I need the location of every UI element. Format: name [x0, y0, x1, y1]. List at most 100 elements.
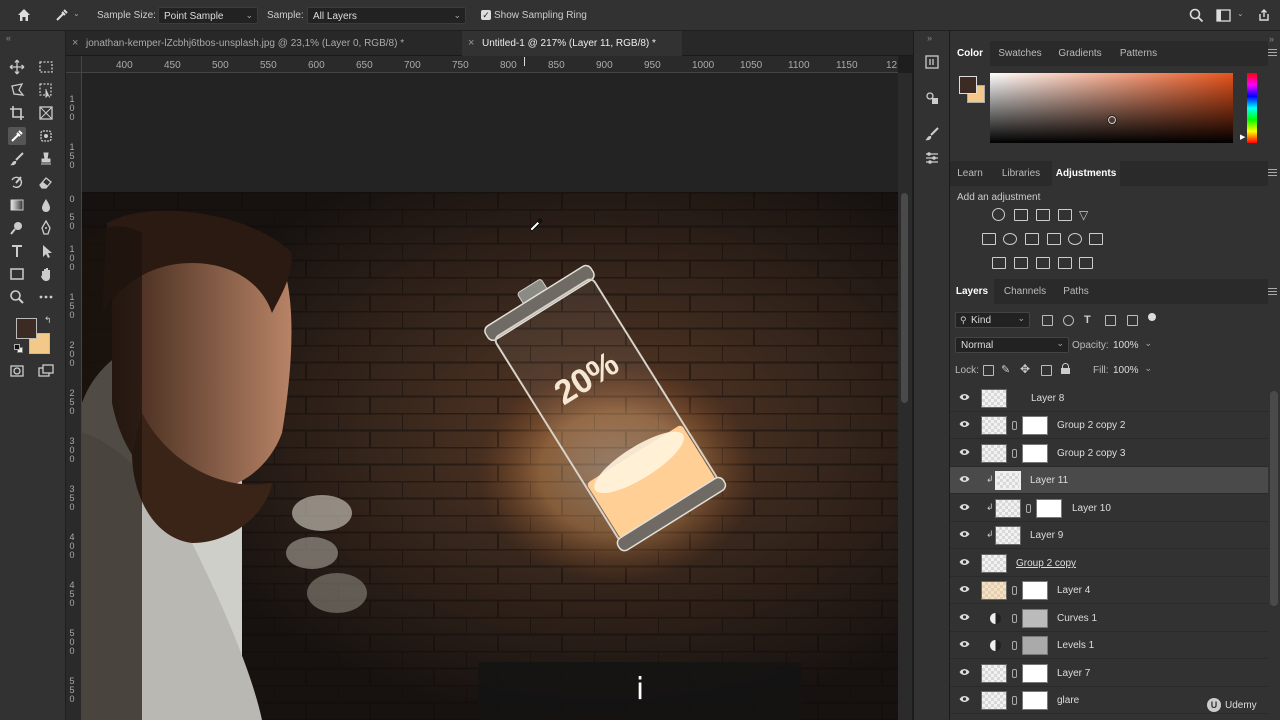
- collapse-icon[interactable]: «: [6, 33, 11, 43]
- tab-patterns[interactable]: Patterns: [1110, 41, 1167, 66]
- vertical-scrollbar[interactable]: [898, 73, 912, 720]
- visibility-eye-icon[interactable]: [959, 668, 970, 676]
- history-brush-tool-icon[interactable]: [8, 173, 26, 191]
- gradient-tool-icon[interactable]: [8, 196, 26, 214]
- ruler-origin[interactable]: [66, 56, 82, 73]
- layer-name[interactable]: Layer 10: [1072, 503, 1111, 514]
- blend-mode-dropdown[interactable]: Normal ⌄: [955, 337, 1069, 353]
- zoom-tool-icon[interactable]: [8, 288, 26, 306]
- layer-row[interactable]: ↲ Layer 10: [950, 495, 1268, 522]
- tab-swatches[interactable]: Swatches: [990, 41, 1050, 66]
- layer-name[interactable]: Layer 8: [1031, 393, 1064, 404]
- document-canvas[interactable]: 20%: [82, 73, 898, 720]
- lock-transparent-icon[interactable]: [983, 365, 994, 376]
- color-fg-swatch[interactable]: [959, 76, 977, 94]
- layer-row[interactable]: Layer 8: [950, 385, 1268, 412]
- mask-link-icon[interactable]: [1012, 586, 1017, 595]
- panel-menu-icon[interactable]: [1268, 49, 1277, 56]
- tab-learn[interactable]: Learn: [950, 161, 990, 186]
- workspace-icon[interactable]: [1216, 9, 1231, 25]
- mask-link-icon[interactable]: [1012, 696, 1017, 705]
- dodge-tool-icon[interactable]: [8, 219, 26, 237]
- close-icon[interactable]: ×: [468, 37, 474, 49]
- exposure-adj-icon[interactable]: [1058, 209, 1072, 221]
- layer-row[interactable]: Group 2 copy 3: [950, 440, 1268, 467]
- tab-gradients[interactable]: Gradients: [1050, 41, 1110, 66]
- visibility-eye-icon[interactable]: [959, 613, 970, 621]
- layer-name[interactable]: Layer 11: [1030, 475, 1068, 486]
- lock-paint-icon[interactable]: ✎: [1001, 363, 1010, 376]
- lasso-tool-icon[interactable]: [8, 81, 26, 99]
- layer-row[interactable]: Levels 1: [950, 632, 1268, 659]
- scrollbar-thumb[interactable]: [901, 193, 908, 403]
- filter-adjustment-icon[interactable]: [1063, 315, 1074, 326]
- move-tool-icon[interactable]: [8, 58, 26, 76]
- curves-adj-icon[interactable]: [1036, 209, 1050, 221]
- screen-mode-icon[interactable]: [37, 362, 55, 380]
- visibility-eye-icon[interactable]: [959, 695, 970, 703]
- tab-paths[interactable]: Paths: [1056, 279, 1096, 304]
- color-balance-adj-icon[interactable]: [1003, 233, 1017, 245]
- visibility-eye-icon[interactable]: [959, 393, 970, 401]
- layer-name[interactable]: Layer 7: [1057, 668, 1090, 679]
- sliders-panel-icon[interactable]: [923, 149, 941, 167]
- channel-mixer-adj-icon[interactable]: [1068, 233, 1082, 245]
- lock-all-icon[interactable]: [1061, 363, 1070, 374]
- blur-tool-icon[interactable]: [37, 196, 55, 214]
- layer-row[interactable]: ↲ Layer 9: [950, 522, 1268, 549]
- visibility-eye-icon[interactable]: [959, 475, 970, 483]
- tool-preset-chevron-icon[interactable]: ⌄: [73, 9, 80, 18]
- eraser-tool-icon[interactable]: [37, 173, 55, 191]
- eyedropper-tool-icon[interactable]: [8, 127, 26, 145]
- collapse-panels-icon[interactable]: »: [1269, 34, 1274, 44]
- spot-healing-tool-icon[interactable]: [37, 127, 55, 145]
- lock-move-icon[interactable]: ✥: [1020, 362, 1030, 376]
- threshold-adj-icon[interactable]: [1036, 257, 1050, 269]
- sample-size-dropdown[interactable]: Point Sample ⌄: [158, 7, 258, 24]
- brush-settings-icon[interactable]: [923, 125, 941, 143]
- layer-name[interactable]: Curves 1: [1057, 613, 1097, 624]
- tab-channels[interactable]: Channels: [994, 279, 1056, 304]
- swap-colors-icon[interactable]: ↰: [44, 315, 52, 326]
- hue-slider[interactable]: [1247, 73, 1257, 143]
- show-ring-checkbox[interactable]: ✓: [481, 10, 491, 20]
- tab-libraries[interactable]: Libraries: [990, 161, 1052, 186]
- layer-name[interactable]: Layer 9: [1030, 530, 1063, 541]
- layer-row[interactable]: Layer 7: [950, 660, 1268, 687]
- layer-name[interactable]: Group 2 copy: [1016, 558, 1076, 569]
- visibility-eye-icon[interactable]: [959, 420, 970, 428]
- horizontal-ruler[interactable]: 400 450 500 550 600 650 700 750 800 850 …: [82, 56, 898, 73]
- mask-link-icon[interactable]: [1012, 669, 1017, 678]
- levels-adj-icon[interactable]: [1014, 209, 1028, 221]
- mask-link-icon[interactable]: [1012, 614, 1017, 623]
- panel-menu-icon[interactable]: [1268, 288, 1277, 295]
- photo-filter-adj-icon[interactable]: [1047, 233, 1061, 245]
- frame-tool-icon[interactable]: [37, 104, 55, 122]
- layer-name[interactable]: Layer 4: [1057, 585, 1090, 596]
- bw-adj-icon[interactable]: [1025, 233, 1039, 245]
- layers-scrollbar-thumb[interactable]: [1270, 391, 1278, 606]
- filter-type-icon[interactable]: T: [1084, 314, 1091, 326]
- layer-name[interactable]: Levels 1: [1057, 640, 1094, 651]
- share-icon[interactable]: [1257, 8, 1271, 25]
- hand-tool-icon[interactable]: [37, 265, 55, 283]
- tab-color[interactable]: Color: [950, 41, 990, 66]
- type-tool-icon[interactable]: [8, 242, 26, 260]
- layer-row[interactable]: Curves 1: [950, 605, 1268, 632]
- layer-row[interactable]: Group 2 copy: [950, 550, 1268, 577]
- mask-link-icon[interactable]: [1012, 449, 1017, 458]
- tab-adjustments[interactable]: Adjustments: [1052, 161, 1120, 186]
- object-select-tool-icon[interactable]: [37, 81, 55, 99]
- filter-pixel-icon[interactable]: [1042, 315, 1053, 326]
- layer-filter-dropdown[interactable]: ⚲ Kind ⌄: [955, 312, 1030, 328]
- layer-name[interactable]: Group 2 copy 3: [1057, 448, 1125, 459]
- crop-tool-icon[interactable]: [8, 104, 26, 122]
- selective-color-adj-icon[interactable]: [1058, 257, 1072, 269]
- posterize-adj-icon[interactable]: [1014, 257, 1028, 269]
- history-panel-icon[interactable]: [923, 53, 941, 71]
- visibility-eye-icon[interactable]: [959, 640, 970, 648]
- invert-adj-icon[interactable]: [992, 257, 1006, 269]
- visibility-eye-icon[interactable]: [959, 558, 970, 566]
- canvas-artwork[interactable]: 20%: [82, 73, 898, 720]
- quick-mask-icon[interactable]: [8, 362, 26, 380]
